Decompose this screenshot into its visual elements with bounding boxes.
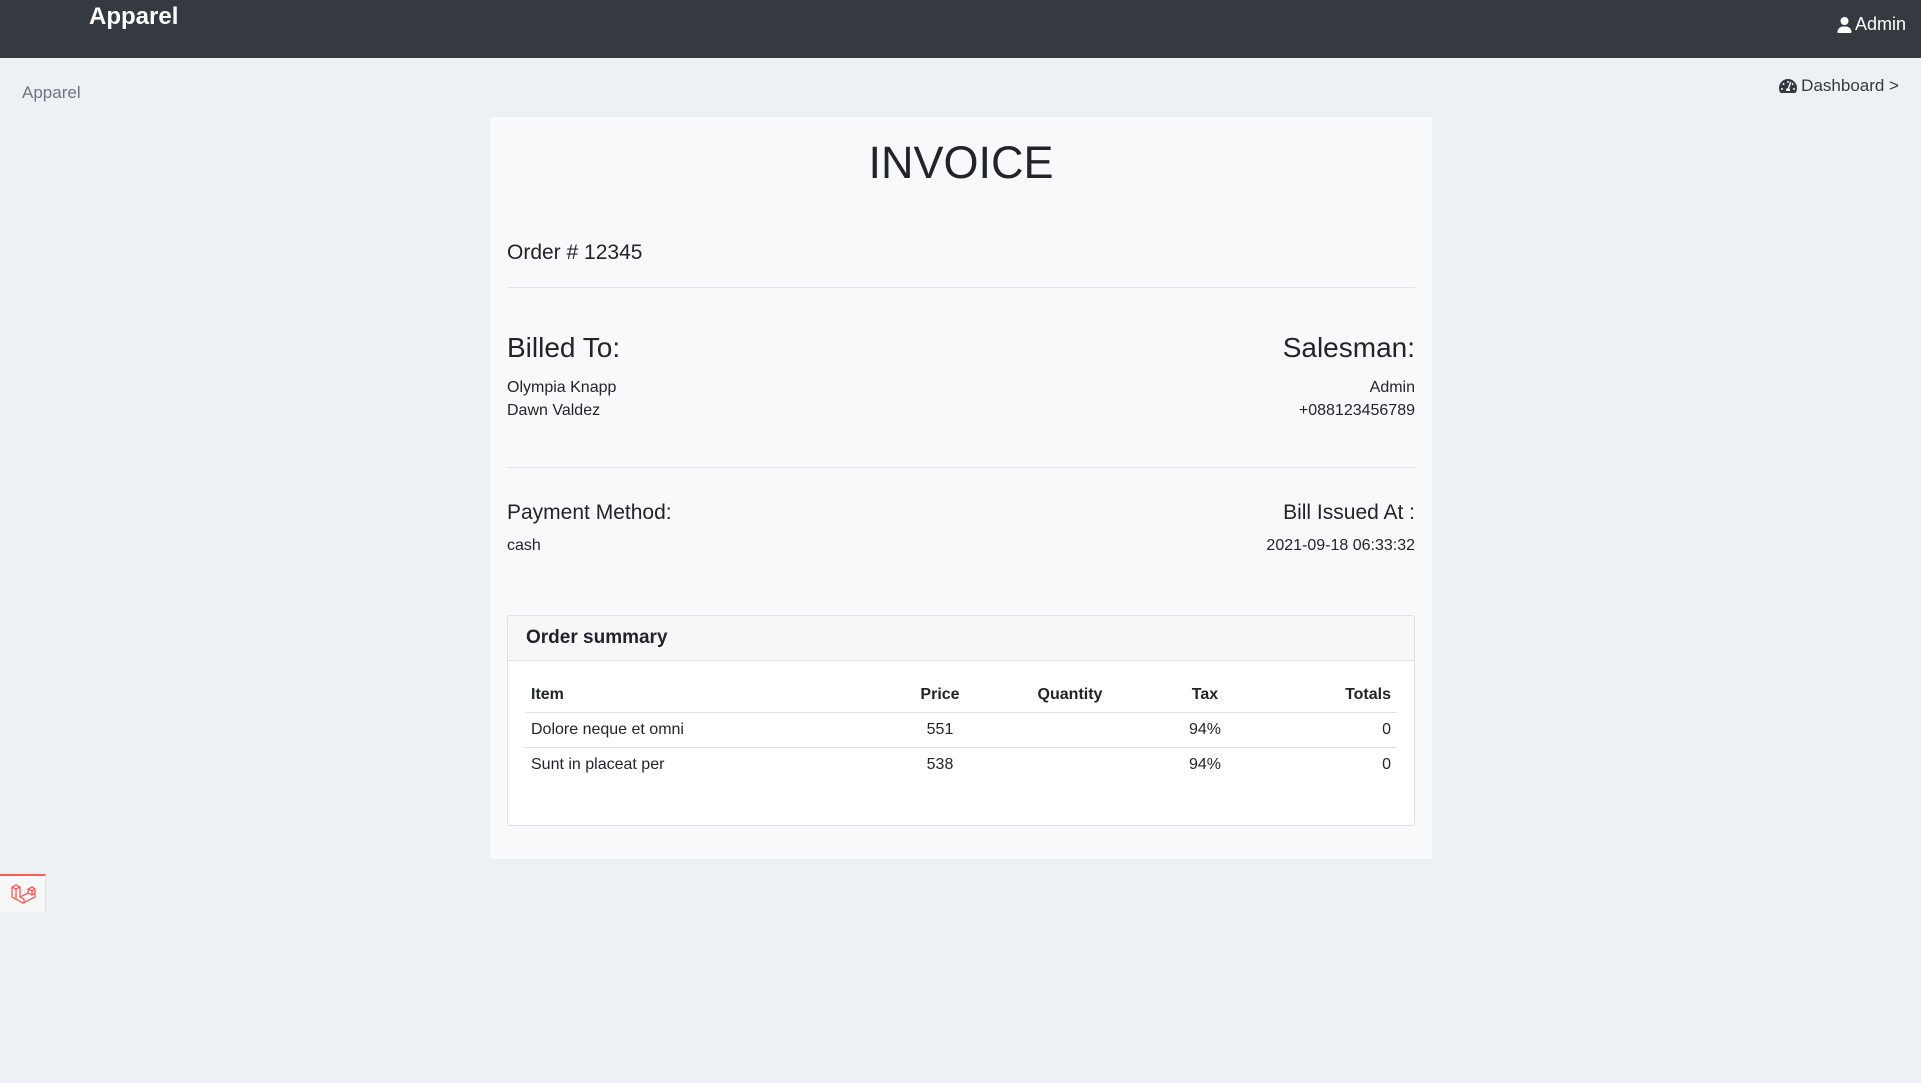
order-summary-table: Item Price Quantity Tax Totals Dolore ne… [525,679,1397,782]
laravel-icon [10,884,36,904]
top-navbar: Apparel Admin [0,0,1921,58]
table-row: Dolore neque et omni 551 94% 0 [525,712,1397,748]
order-number: Order # 12345 [507,241,643,264]
user-icon [1837,16,1852,33]
bill-issued-heading: Bill Issued At : [1283,501,1415,524]
brand-link[interactable]: Apparel [89,3,178,31]
salesman-details: Admin +088123456789 [1299,376,1415,422]
order-summary-card: Order summary Item Price Quantity Tax To… [507,615,1415,826]
table-row: Sunt in placeat per 538 94% 0 [525,747,1397,782]
quantity-cell [995,747,1145,782]
payment-method-heading: Payment Method: [507,501,672,524]
salesman-phone: +088123456789 [1298,402,1415,419]
column-header: Item [525,679,885,713]
divider [507,287,1415,288]
payment-method-value: cash [507,537,541,554]
billed-to-line: Olympia Knapp [507,379,617,396]
billed-to-details: Olympia Knapp Dawn Valdez [507,376,616,422]
divider [507,467,1415,468]
price-cell: 538 [926,755,954,773]
breadcrumb-dashboard-label: Dashboard > [1801,76,1899,95]
salesman-heading: Salesman: [1282,332,1415,363]
salesman-name: Admin [1369,379,1415,396]
column-header: Price [885,679,995,713]
quantity-cell [995,712,1145,748]
user-menu[interactable]: Admin [1837,14,1906,35]
total-cell: 0 [1382,755,1391,773]
invoice-title: INVOICE [868,137,1054,188]
breadcrumb-current: Apparel [22,83,81,102]
table-header-row: Item Price Quantity Tax Totals [525,679,1397,713]
debugbar-toggle[interactable] [0,874,46,912]
order-summary-title: Order summary [508,616,1414,661]
bill-issued-value: 2021-09-18 06:33:32 [1266,537,1415,554]
column-header: Quantity [995,679,1145,713]
tax-cell: 94% [1188,755,1222,773]
billed-to-heading: Billed To: [507,332,621,363]
billed-to-line: Dawn Valdez [507,402,601,419]
breadcrumb-dashboard-link[interactable]: Dashboard > [1779,76,1899,96]
item-cell: Sunt in placeat per [531,755,665,773]
user-name: Admin [1854,14,1906,34]
column-header: Tax [1145,679,1265,713]
column-header: Totals [1265,679,1397,713]
total-cell: 0 [1265,712,1397,748]
tachometer-icon [1779,79,1798,93]
price-cell: 551 [885,712,995,748]
invoice-panel: INVOICE Order # 12345 Billed To: Olympia… [490,117,1432,859]
tax-cell: 94% [1145,712,1265,748]
item-cell: Dolore neque et omni [525,712,885,748]
